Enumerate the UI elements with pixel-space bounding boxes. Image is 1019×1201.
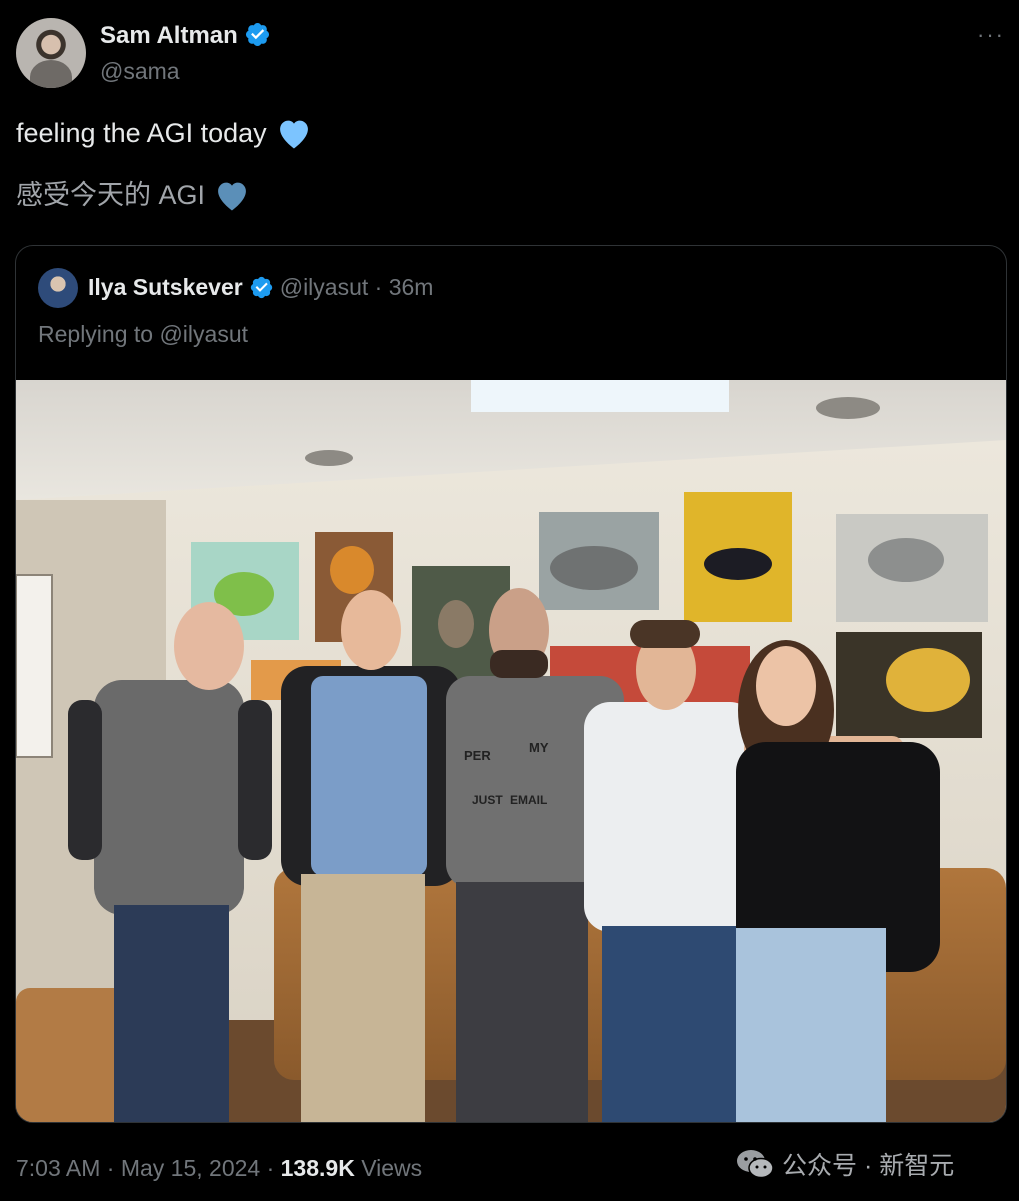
tweet-timestamp[interactable]: 7:03 AM · May 15, 2024 · (16, 1155, 274, 1181)
tweet-text-line-1: feeling the AGI today (16, 116, 313, 150)
light-blue-heart-icon (279, 120, 308, 149)
shirt-text-per: PER (464, 748, 491, 763)
author-name[interactable]: Sam Altman (100, 22, 238, 49)
verified-badge-icon (245, 22, 269, 47)
watermark-text: 公众号 · 新智元 (782, 1152, 955, 1180)
replying-to-label[interactable]: Replying to @ilyasut (38, 321, 248, 348)
shirt-text-just: JUST (472, 793, 503, 807)
tiger-shape (330, 546, 374, 594)
shirt-text-email: EMAIL (510, 793, 547, 807)
blue-heart-icon (218, 182, 246, 211)
tweet-text-zh: 感受今天的 AGI (16, 180, 206, 210)
hippo-shape (550, 546, 638, 590)
quoted-tweet-card[interactable]: Ilya Sutskever @ilyasut · 36m Replying to… (15, 245, 1007, 1123)
ceiling-light-right (816, 397, 880, 419)
quoted-verified-badge-icon (250, 276, 272, 299)
wechat-logo-icon (737, 1150, 774, 1179)
views-label: Views (361, 1155, 423, 1181)
author-avatar[interactable] (16, 18, 86, 88)
more-options-icon[interactable]: ··· (977, 22, 1005, 48)
lion-shape (886, 648, 970, 712)
shirt-text-my: MY (529, 740, 549, 755)
group-photo[interactable]: PER MY JUST EMAIL (16, 380, 1006, 1122)
cat-shape (704, 548, 772, 580)
ceiling-light-left (305, 450, 353, 466)
skylight (471, 380, 729, 412)
tweet-text-en: feeling the AGI today (16, 118, 267, 148)
quoted-author-avatar[interactable] (38, 268, 78, 308)
quoted-author-name[interactable]: Ilya Sutskever (88, 274, 243, 300)
left-wall-art (16, 574, 53, 758)
tweet-text-line-2: 感受今天的 AGI (16, 173, 251, 212)
author-handle[interactable]: @sama (100, 58, 180, 85)
views-count: 138.9K (280, 1155, 355, 1181)
quoted-author-row[interactable]: Ilya Sutskever @ilyasut · 36m (88, 274, 433, 301)
elephant-shape (868, 538, 944, 582)
tweet-meta: 7:03 AM · May 15, 2024 · 138.9K Views (16, 1155, 422, 1182)
quoted-author-handle-time[interactable]: @ilyasut · 36m (280, 274, 434, 300)
sloth-shape (438, 600, 474, 648)
author-name-row[interactable]: Sam Altman (100, 21, 271, 50)
wechat-watermark: 公众号 · 新智元 (736, 1146, 954, 1182)
